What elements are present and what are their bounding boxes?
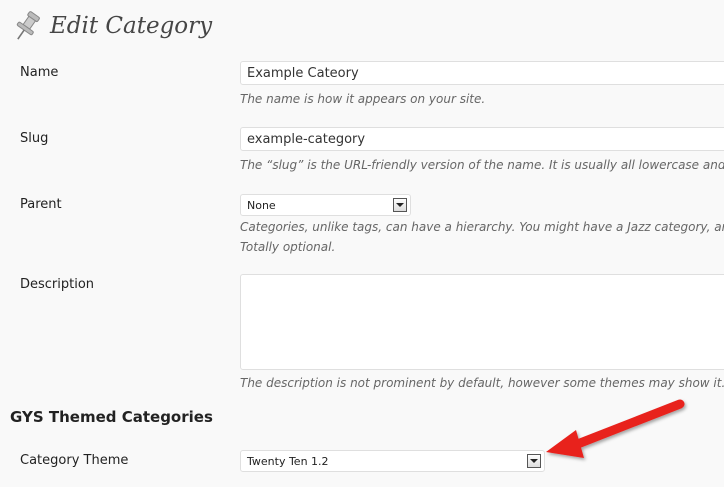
description-label: Description [20, 277, 95, 292]
name-label: Name [20, 65, 59, 80]
parent-label: Parent [20, 197, 62, 212]
gys-section-title: GYS Themed Categories [10, 408, 213, 426]
parent-select[interactable]: None [240, 194, 411, 216]
slug-hint: The “slug” is the URL-friendly version o… [240, 158, 724, 172]
parent-hint-line1: Categories, unlike tags, can have a hier… [240, 220, 724, 234]
parent-hint-line2: Totally optional. [240, 240, 336, 254]
name-hint: The name is how it appears on your site. [240, 92, 486, 106]
slug-input[interactable] [240, 127, 724, 151]
description-hint: The description is not prominent by defa… [240, 376, 724, 390]
parent-select-value: None [247, 198, 276, 212]
pushpin-icon [16, 11, 40, 40]
page-title: Edit Category [50, 13, 213, 39]
category-theme-select-value: Twenty Ten 1.2 [247, 454, 329, 468]
chevron-down-icon[interactable] [393, 198, 407, 212]
slug-label: Slug [20, 131, 49, 146]
annotation-arrow-icon [546, 399, 685, 458]
page-header: Edit Category [10, 8, 212, 44]
chevron-down-icon[interactable] [527, 454, 541, 468]
category-theme-label: Category Theme [20, 453, 129, 468]
name-input[interactable] [240, 61, 724, 85]
category-theme-select[interactable]: Twenty Ten 1.2 [240, 450, 545, 472]
description-textarea[interactable] [240, 274, 724, 370]
